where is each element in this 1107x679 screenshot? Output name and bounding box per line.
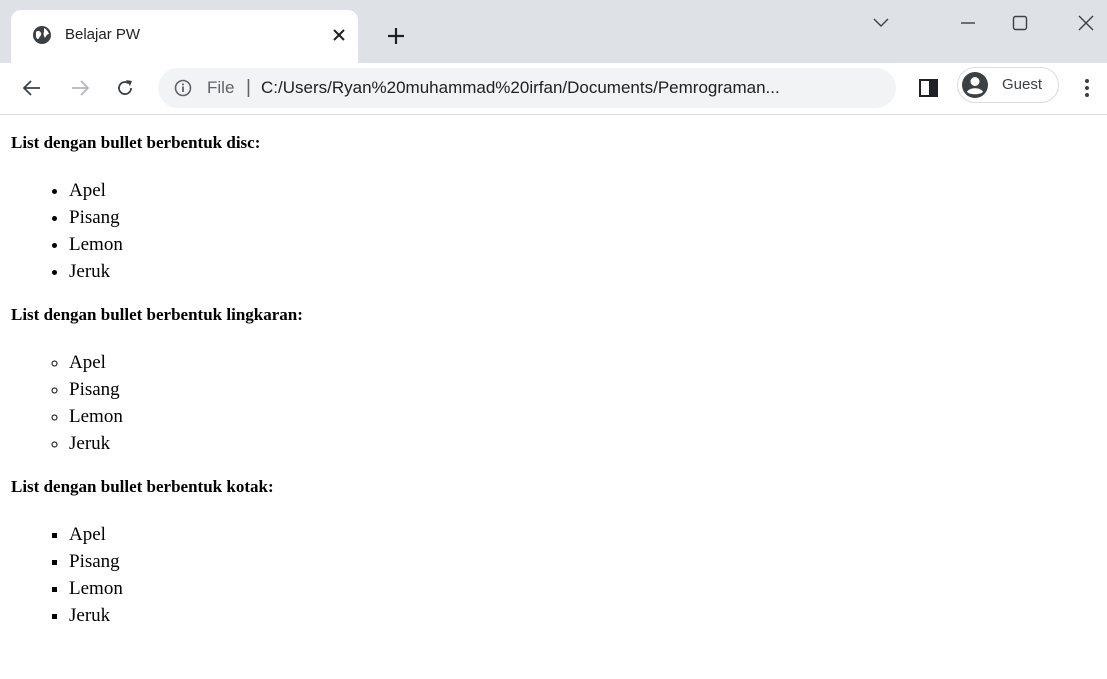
plus-icon[interactable] xyxy=(382,22,410,50)
url-separator: | xyxy=(246,77,251,98)
list-item: Apel xyxy=(69,349,1107,376)
page-content: List dengan bullet berbentuk disc: Apel … xyxy=(0,133,1107,629)
maximize-icon[interactable] xyxy=(1000,10,1040,36)
circle-list: Apel Pisang Lemon Jeruk xyxy=(11,349,1107,457)
person-icon xyxy=(961,71,989,99)
list-item: Jeruk xyxy=(69,602,1107,629)
close-icon[interactable] xyxy=(327,23,351,47)
close-window-icon[interactable] xyxy=(1066,10,1106,36)
url-text[interactable]: C:/Users/Ryan%20muhammad%20irfan/Documen… xyxy=(261,78,780,98)
tab-title: Belajar PW xyxy=(65,26,141,43)
minimize-icon[interactable] xyxy=(948,10,988,36)
list-item: Apel xyxy=(69,177,1107,204)
square-list: Apel Pisang Lemon Jeruk xyxy=(11,521,1107,629)
chevron-down-icon[interactable] xyxy=(861,10,901,36)
list-item: Lemon xyxy=(69,231,1107,258)
disc-list: Apel Pisang Lemon Jeruk xyxy=(11,177,1107,285)
kebab-menu-icon[interactable] xyxy=(1076,76,1098,100)
tab-active[interactable]: Belajar PW xyxy=(11,10,358,63)
list-item: Pisang xyxy=(69,376,1107,403)
browser-toolbar: File | C:/Users/Ryan%20muhammad%20irfan/… xyxy=(0,63,1107,115)
globe-icon xyxy=(32,25,52,45)
list-item: Jeruk xyxy=(69,258,1107,285)
forward-arrow-icon[interactable] xyxy=(66,74,94,102)
profile-button[interactable]: Guest xyxy=(957,67,1059,103)
tab-strip: Belajar PW xyxy=(0,0,1107,63)
back-arrow-icon[interactable] xyxy=(18,74,46,102)
profile-label: Guest xyxy=(1002,76,1043,93)
list-item: Apel xyxy=(69,521,1107,548)
side-panel-icon[interactable] xyxy=(918,77,940,99)
list-item: Pisang xyxy=(69,204,1107,231)
section-heading-disc: List dengan bullet berbentuk disc: xyxy=(11,133,261,152)
section-heading-circle: List dengan bullet berbentuk lingkaran: xyxy=(11,305,303,324)
reload-icon[interactable] xyxy=(111,74,139,102)
list-item: Lemon xyxy=(69,403,1107,430)
url-scheme: File xyxy=(207,78,235,97)
address-bar[interactable]: File | C:/Users/Ryan%20muhammad%20irfan/… xyxy=(158,68,896,108)
list-item: Jeruk xyxy=(69,430,1107,457)
section-heading-square: List dengan bullet berbentuk kotak: xyxy=(11,477,274,496)
info-icon[interactable] xyxy=(174,79,192,97)
list-item: Pisang xyxy=(69,548,1107,575)
list-item: Lemon xyxy=(69,575,1107,602)
